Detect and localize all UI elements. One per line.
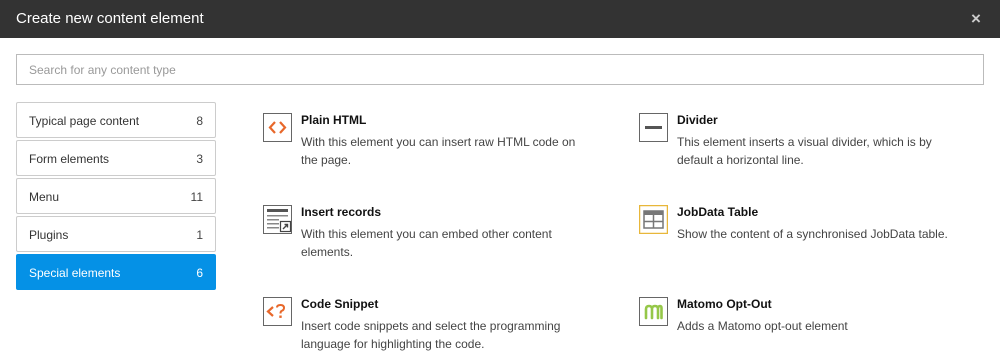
element-description: Adds a Matomo opt-out element [677,319,848,333]
category-count: 8 [196,114,203,128]
element-description: Show the content of a synchronised JobDa… [677,227,948,241]
category-label: Menu [29,190,60,204]
divider-icon [639,113,668,142]
dialog-header: Create new content element × [0,0,1000,38]
search-input[interactable] [16,54,984,85]
insert-records-icon [263,205,292,234]
element-insert-records[interactable]: Insert records With this element you can… [263,205,603,277]
category-label: Plugins [29,228,69,242]
category-count: 11 [190,190,203,204]
element-description: With this element you can insert raw HTM… [301,135,576,167]
code-snippet-icon [263,297,292,326]
element-name: Divider [677,113,718,127]
element-name: Matomo Opt-Out [677,297,772,311]
category-form-elements[interactable]: Form elements 3 [16,140,216,176]
element-name: Code Snippet [301,297,379,311]
element-name: Insert records [301,205,382,219]
element-divider[interactable]: Divider This element inserts a visual di… [639,113,979,185]
element-description: With this element you can embed other co… [301,227,552,259]
category-menu[interactable]: Menu 11 [16,178,216,214]
element-code-snippet[interactable]: Code Snippet Insert code snippets and se… [263,297,603,364]
element-plain-html[interactable]: Plain HTML With this element you can ins… [263,113,603,185]
category-label: Form elements [29,152,110,166]
category-count: 6 [196,266,203,280]
element-matomo-opt-out[interactable]: Matomo Opt-Out Adds a Matomo opt-out ele… [639,297,979,364]
close-icon[interactable]: × [966,10,986,28]
category-label: Special elements [29,266,121,280]
category-typical-page-content[interactable]: Typical page content 8 [16,102,216,138]
dialog-title: Create new content element [16,10,204,27]
category-count: 1 [196,228,203,242]
element-name: JobData Table [677,205,759,219]
html-code-icon [263,113,292,142]
category-count: 3 [196,152,203,166]
element-jobdata-table[interactable]: JobData Table Show the content of a sync… [639,205,979,277]
category-label: Typical page content [29,114,140,128]
element-description: Insert code snippets and select the prog… [301,319,561,351]
element-name: Plain HTML [301,113,367,127]
category-special-elements[interactable]: Special elements 6 [16,254,216,290]
category-plugins[interactable]: Plugins 1 [16,216,216,252]
matomo-icon [639,297,668,326]
table-icon [639,205,668,234]
element-description: This element inserts a visual divider, w… [677,135,932,167]
